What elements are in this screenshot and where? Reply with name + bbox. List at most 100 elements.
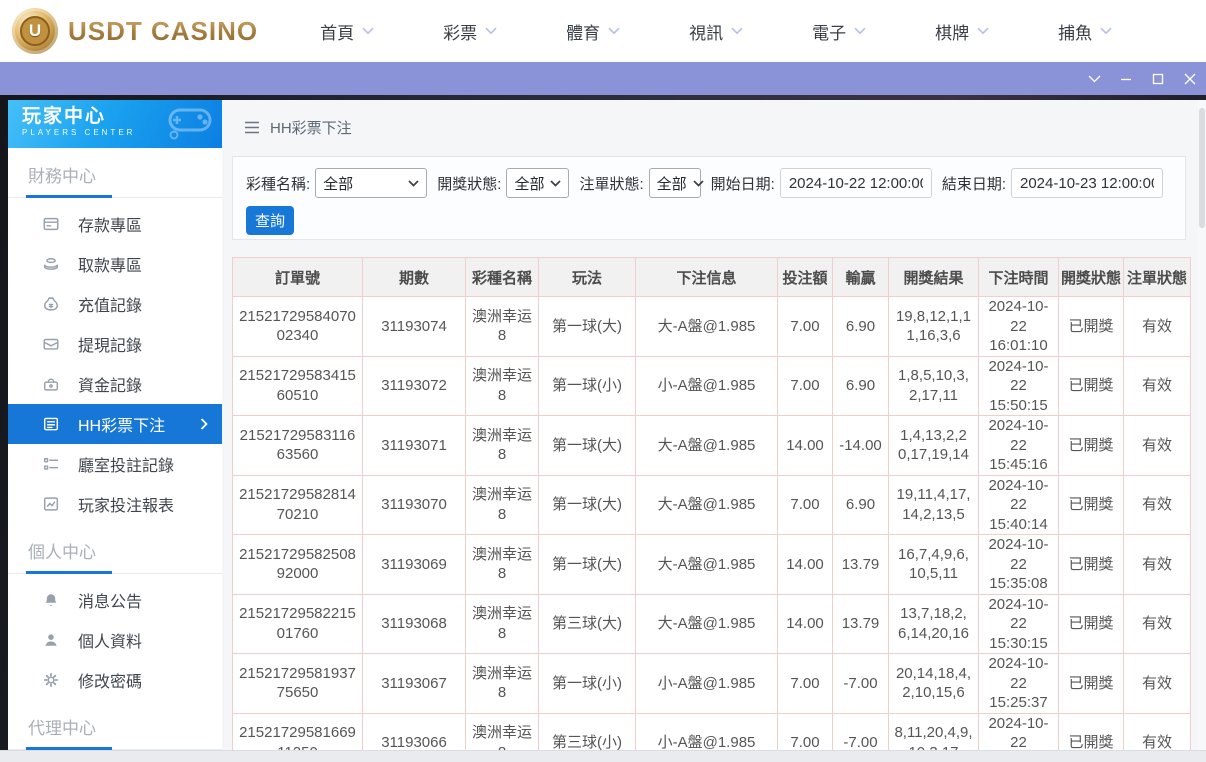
table-cell: 19,8,12,1,11,16,3,6 — [889, 297, 979, 357]
chevron-down-icon — [1100, 27, 1112, 35]
maximize-icon[interactable] — [1142, 62, 1174, 95]
minimize-icon[interactable] — [1110, 62, 1142, 95]
filter-panel: 彩種名稱: 全部 開獎狀態: 全部 注單狀態: 全部 — [232, 156, 1186, 240]
deposit-icon — [42, 215, 60, 233]
lottery-icon — [42, 415, 60, 433]
nav-item-label: 捕魚 — [1058, 19, 1092, 44]
sidebar-item[interactable]: 修改密碼 — [8, 660, 222, 700]
search-button[interactable]: 查詢 — [246, 206, 294, 235]
page-title: HH彩票下注 — [270, 117, 352, 138]
nav-item[interactable]: 體育 — [566, 19, 620, 44]
table-cell: 14.00 — [778, 594, 833, 654]
chevron-down-icon — [408, 180, 419, 187]
table-cell: -7.00 — [833, 654, 889, 714]
table-cell: 14.00 — [778, 416, 833, 476]
table-cell: 澳洲幸运8 — [466, 356, 539, 416]
table-cell: 澳洲幸运8 — [466, 416, 539, 476]
nav-item-label: 體育 — [566, 19, 600, 44]
nav-item[interactable]: 電子 — [812, 19, 866, 44]
draw-status-select-value: 全部 — [514, 173, 544, 194]
draw-status-select[interactable]: 全部 — [506, 168, 569, 198]
table-cell: 2152172958407002340 — [233, 297, 363, 357]
cashout-icon — [42, 335, 60, 353]
table-cell: 澳洲幸运8 — [466, 654, 539, 714]
table-cell: 7.00 — [778, 654, 833, 714]
table-cell: 13.79 — [833, 535, 889, 595]
vertical-scrollbar[interactable] — [1198, 100, 1206, 750]
sidebar-item[interactable]: 玩家投注報表 — [8, 484, 222, 524]
players-center-panel: 玩家中心 PLAYERS CENTER 財務中心存款專區取款專區充值記錄提現記錄… — [8, 100, 1198, 750]
table-cell: 19,11,4,17,14,2,13,5 — [889, 475, 979, 535]
chevron-down-icon[interactable] — [1078, 62, 1110, 95]
table-cell: 有效 — [1124, 713, 1191, 750]
sidebar-item[interactable]: 個人資料 — [8, 620, 222, 660]
recharge-icon — [42, 295, 60, 313]
order-status-select[interactable]: 全部 — [649, 168, 701, 198]
nav-menu: 首頁 彩票 體育 視訊 電子 棋牌 捕魚 — [320, 19, 1112, 44]
table-cell: 已開獎 — [1059, 297, 1124, 357]
lottery-select-label: 彩種名稱: — [246, 173, 310, 194]
nav-item[interactable]: 捕魚 — [1058, 19, 1112, 44]
column-header: 下注時間 — [979, 258, 1059, 297]
table-cell: 第三球(大) — [539, 594, 636, 654]
table-cell: 13.79 — [833, 594, 889, 654]
nav-item-label: 電子 — [812, 19, 846, 44]
table-cell: 2024-10-22 15:30:15 — [979, 594, 1059, 654]
table-cell: 6.90 — [833, 356, 889, 416]
start-date-input[interactable] — [780, 168, 932, 198]
table-cell: 31193074 — [363, 297, 466, 357]
nav-item[interactable]: 首頁 — [320, 19, 374, 44]
table-cell: 1,4,13,2,20,17,19,14 — [889, 416, 979, 476]
table-cell: 7.00 — [778, 297, 833, 357]
table-cell: -7.00 — [833, 713, 889, 750]
sidebar-item[interactable]: 消息公告 — [8, 580, 222, 620]
table-cell: 第一球(大) — [539, 297, 636, 357]
chevron-down-icon — [485, 27, 497, 35]
table-cell: 澳洲幸运8 — [466, 475, 539, 535]
app-window: U USDT CASINO 首頁彩票體育視訊電子棋牌捕魚 玩家中心 PLAYER — [0, 0, 1206, 762]
table-cell: 31193067 — [363, 654, 466, 714]
column-header: 輸贏 — [833, 258, 889, 297]
sidebar-item[interactable]: 存款專區 — [8, 204, 222, 244]
nav-item[interactable]: 視訊 — [689, 19, 743, 44]
table-cell: 2024-10-22 15:35:08 — [979, 535, 1059, 595]
sidebar: 玩家中心 PLAYERS CENTER 財務中心存款專區取款專區充值記錄提現記錄… — [8, 100, 222, 750]
table-cell: 2024-10-22 15:40:14 — [979, 475, 1059, 535]
lottery-select[interactable]: 全部 — [315, 168, 427, 198]
user-icon — [42, 631, 60, 649]
nav-item[interactable]: 彩票 — [443, 19, 497, 44]
table-cell: -14.00 — [833, 416, 889, 476]
table-cell: 有效 — [1124, 594, 1191, 654]
sidebar-item-label: 提現記錄 — [78, 332, 142, 356]
table-cell: 第一球(小) — [539, 356, 636, 416]
table-cell: 2024-10-22 15:50:15 — [979, 356, 1059, 416]
nav-item-label: 彩票 — [443, 19, 477, 44]
sidebar-item[interactable]: 取款專區 — [8, 244, 222, 284]
table-cell: 7.00 — [778, 356, 833, 416]
sidebar-section-title: 個人中心 — [8, 524, 222, 571]
table-header-row: 訂單號期數彩種名稱玩法下注信息投注額輸贏開獎結果下注時間開獎狀態注單狀態 — [233, 258, 1191, 297]
coin-letter: U — [20, 16, 50, 46]
sidebar-item[interactable]: 資金記錄 — [8, 364, 222, 404]
hamburger-menu-icon[interactable] — [244, 121, 260, 134]
table-cell: 有效 — [1124, 297, 1191, 357]
column-header: 投注額 — [778, 258, 833, 297]
table-row: 215217295816691125031193066澳洲幸运8第三球(小)小-… — [233, 713, 1191, 750]
scrollbar-thumb[interactable] — [1199, 108, 1205, 228]
table-cell: 大-A盤@1.985 — [636, 475, 778, 535]
sidebar-item[interactable]: HH彩票下注 — [8, 404, 222, 444]
sidebar-header: 玩家中心 PLAYERS CENTER — [8, 100, 222, 148]
table-cell: 2152172958193775650 — [233, 654, 363, 714]
logo[interactable]: U USDT CASINO — [12, 8, 258, 54]
sidebar-item[interactable]: 充值記錄 — [8, 284, 222, 324]
column-header: 玩法 — [539, 258, 636, 297]
close-icon[interactable] — [1174, 62, 1206, 95]
table-cell: 已開獎 — [1059, 535, 1124, 595]
column-header: 下注信息 — [636, 258, 778, 297]
sidebar-item[interactable]: 提現記錄 — [8, 324, 222, 364]
sidebar-item[interactable]: 廳室投註記錄 — [8, 444, 222, 484]
table-cell: 7.00 — [778, 475, 833, 535]
nav-item[interactable]: 棋牌 — [935, 19, 989, 44]
table-row: 215217295819377565031193067澳洲幸运8第一球(小)小-… — [233, 654, 1191, 714]
end-date-input[interactable] — [1011, 168, 1163, 198]
